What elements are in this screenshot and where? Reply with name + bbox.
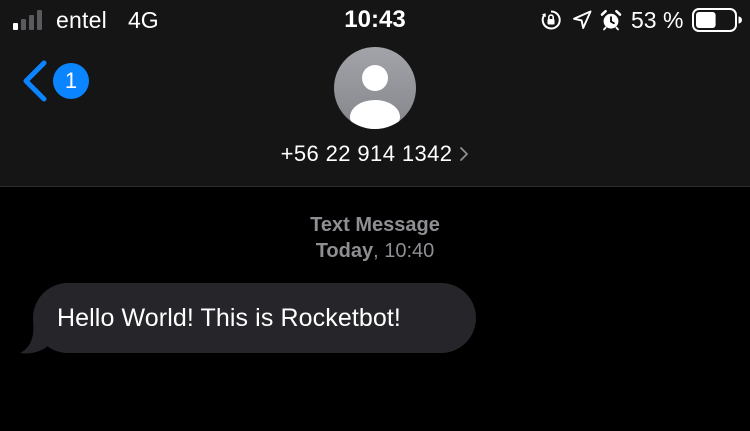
contact-name-button[interactable]: +56 22 914 1342	[220, 139, 530, 169]
incoming-message-bubble[interactable]: Hello World! This is Rocketbot!	[33, 283, 476, 353]
carrier-name: entel	[56, 7, 107, 33]
messages-screen: entel 4G 10:43 53 % 1 +56 22 914 1342 Te…	[0, 0, 750, 431]
back-button[interactable]: 1	[20, 56, 100, 106]
message-timestamp: Today, 10:40	[225, 238, 525, 264]
battery-icon	[692, 8, 742, 32]
message-time: , 10:40	[373, 240, 435, 262]
network-type: 4G	[128, 7, 159, 33]
contact-number-label: +56 22 914 1342	[280, 141, 453, 166]
header-divider	[0, 186, 750, 187]
message-day: Today	[315, 240, 374, 262]
chevron-left-icon	[23, 60, 47, 102]
alarm-icon	[600, 9, 622, 31]
battery-percentage: 53 %	[631, 7, 684, 33]
orientation-lock-icon	[541, 10, 561, 30]
message-metadata: Text Message Today, 10:40	[225, 212, 525, 264]
chevron-right-icon	[460, 147, 469, 161]
unread-count-badge: 1	[53, 63, 89, 99]
status-time: 10:43	[344, 6, 406, 33]
message-text: Hello World! This is Rocketbot!	[57, 304, 401, 332]
cellular-signal-icon	[13, 10, 42, 30]
location-arrow-icon	[573, 10, 592, 29]
message-service-label: Text Message	[310, 214, 440, 236]
contact-avatar[interactable]	[334, 47, 416, 129]
